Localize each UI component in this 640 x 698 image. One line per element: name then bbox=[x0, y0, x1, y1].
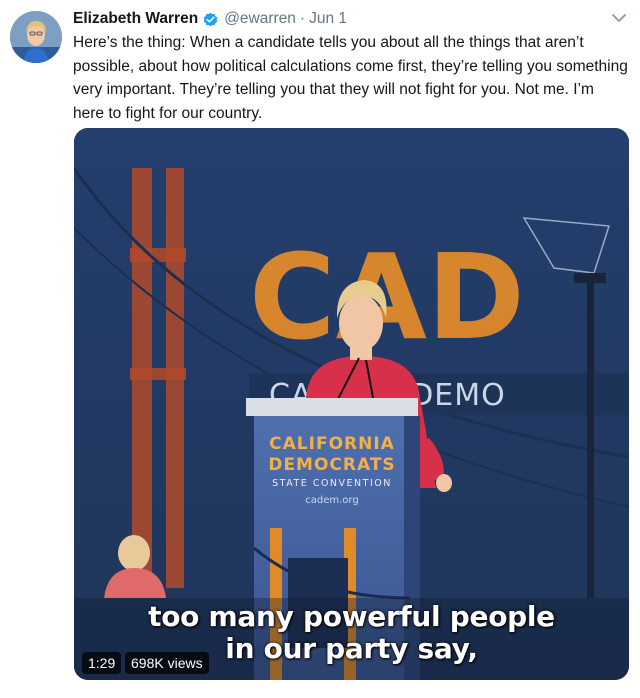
separator-dot: · bbox=[299, 10, 306, 27]
video-frame: CAD CA RNIA DEMO CALIFORNIA DEMOCRATS bbox=[74, 128, 629, 680]
video-caption-line1: too many powerful people bbox=[148, 600, 555, 633]
avatar[interactable] bbox=[10, 11, 62, 63]
author-name[interactable]: Elizabeth Warren bbox=[73, 10, 198, 28]
podium-line3: STATE CONVENTION bbox=[272, 478, 392, 489]
tweet-text: Here’s the thing: When a candidate tells… bbox=[73, 34, 628, 122]
verified-badge-icon bbox=[203, 12, 218, 26]
podium-line2: DEMOCRATS bbox=[268, 455, 395, 475]
author-handle[interactable]: @ewarren bbox=[224, 10, 296, 28]
video-duration-badge: 1:29 bbox=[82, 652, 122, 674]
tweet-card[interactable]: Elizabeth Warren @ewarren · Jun 1 Here’s… bbox=[0, 0, 640, 698]
backdrop-letters: CAD bbox=[249, 228, 525, 366]
avatar-photo bbox=[10, 11, 62, 63]
video-views-badge: 698K views bbox=[125, 652, 209, 674]
podium-url: cadem.org bbox=[305, 495, 358, 506]
video-player[interactable]: CAD CA RNIA DEMO CALIFORNIA DEMOCRATS bbox=[74, 128, 629, 680]
tweet-date[interactable]: Jun 1 bbox=[309, 10, 347, 28]
tweet-header: Elizabeth Warren @ewarren · Jun 1 bbox=[73, 8, 347, 30]
podium-line1: CALIFORNIA bbox=[269, 434, 395, 454]
chevron-down-icon[interactable] bbox=[610, 9, 628, 27]
